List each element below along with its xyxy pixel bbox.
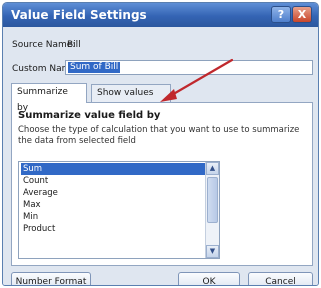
- panel-heading: Summarize value field by: [18, 110, 161, 121]
- list-item[interactable]: Count: [21, 175, 205, 187]
- list-item[interactable]: Min: [21, 211, 205, 223]
- panel-description: Choose the type of calculation that you …: [18, 125, 300, 146]
- close-button[interactable]: X: [292, 6, 312, 23]
- tab-summarize-by[interactable]: Summarize by: [11, 83, 87, 113]
- custom-name-value: Sum of Bill: [68, 62, 121, 73]
- scroll-thumb[interactable]: [207, 177, 218, 223]
- list-scrollbar[interactable]: ▲ ▼: [205, 162, 219, 258]
- custom-name-input[interactable]: Sum of Bill: [65, 60, 313, 75]
- list-item[interactable]: Sum: [21, 163, 205, 175]
- cancel-button[interactable]: Cancel: [248, 272, 313, 285]
- source-name-value: Bill: [67, 40, 81, 50]
- list-item[interactable]: Average: [21, 187, 205, 199]
- scroll-up-icon[interactable]: ▲: [206, 162, 219, 175]
- summarize-panel: Summarize value field by Choose the type…: [11, 102, 313, 266]
- value-field-settings-dialog: Value Field Settings ? X Source Name: Bi…: [2, 2, 319, 286]
- source-name-label: Source Name:: [12, 40, 76, 50]
- ok-button[interactable]: OK: [178, 272, 240, 285]
- number-format-button[interactable]: Number Format: [11, 272, 91, 285]
- window-title: Value Field Settings: [11, 8, 147, 22]
- title-bar: Value Field Settings ? X: [3, 3, 318, 27]
- calculation-listbox[interactable]: Sum Count Average Max Min Product ▲ ▼: [18, 161, 220, 259]
- list-item[interactable]: Max: [21, 199, 205, 211]
- tab-show-values-as[interactable]: Show values as: [91, 84, 171, 114]
- scroll-down-icon[interactable]: ▼: [206, 245, 219, 258]
- list-item[interactable]: Product: [21, 223, 205, 235]
- dialog-body: Source Name: Bill Custom Name: Sum of Bi…: [3, 27, 318, 285]
- help-button[interactable]: ?: [271, 6, 291, 23]
